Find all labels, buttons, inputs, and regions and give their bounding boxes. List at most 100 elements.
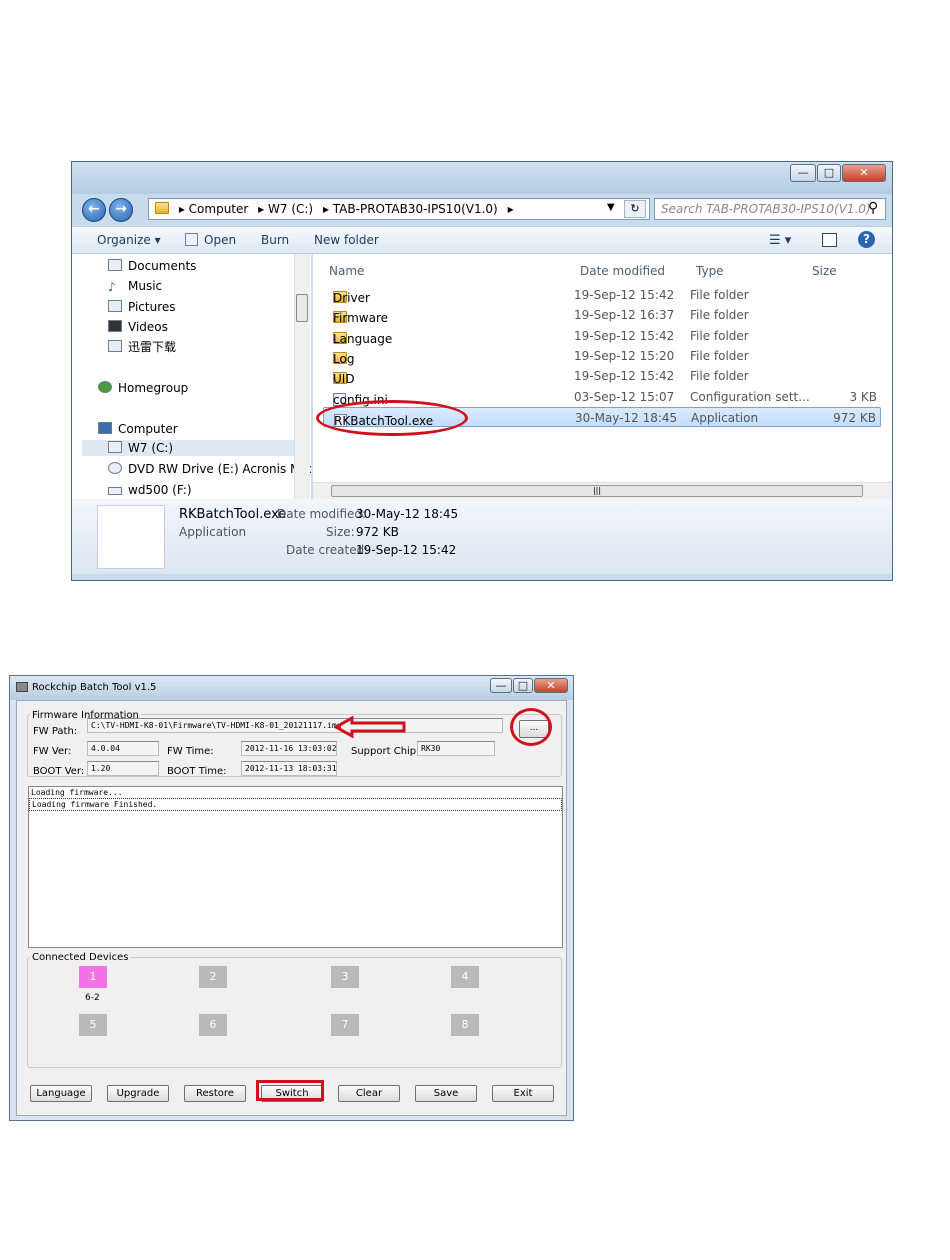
column-type[interactable]: Type (696, 264, 724, 278)
log-area[interactable]: Loading firmware... Loading firmware Fin… (28, 786, 563, 948)
open-icon (185, 233, 198, 246)
details-modified: 30-May-12 18:45 (356, 507, 459, 521)
fw-path-field[interactable]: C:\TV-HDMI-K8-01\Firmware\TV-HDMI-K8-01_… (87, 718, 503, 733)
view-options-icon[interactable]: ☰ ▾ (769, 233, 791, 248)
chevron-down-icon[interactable]: ▼ (607, 202, 615, 213)
column-name[interactable]: Name (329, 264, 364, 278)
back-icon[interactable]: ← (82, 198, 106, 222)
breadcrumb-computer[interactable]: Computer (189, 202, 249, 216)
forward-icon[interactable]: → (109, 198, 133, 222)
rk-title-bar: Rockchip Batch Tool v1.5 — □ ✕ (10, 676, 573, 700)
device-slot-5[interactable]: 5 (79, 1014, 107, 1036)
maximize-button[interactable]: □ (817, 164, 841, 182)
clear-button[interactable]: Clear (338, 1085, 400, 1102)
support-chip-field: RK30 (417, 741, 495, 756)
device-1-port: 6-2 (85, 993, 100, 1003)
boot-ver-label: BOOT Ver: (33, 766, 85, 777)
documents-icon (108, 259, 122, 271)
nav-scrollbar[interactable] (294, 254, 310, 499)
fw-ver-field: 4.0.04 (87, 741, 159, 756)
device-slot-3[interactable]: 3 (331, 966, 359, 988)
help-icon[interactable]: ? (858, 231, 875, 248)
fw-path-label: FW Path: (33, 726, 78, 737)
close-button[interactable]: ✕ (842, 164, 886, 182)
minimize-button[interactable]: — (790, 164, 816, 182)
organize-menu[interactable]: Organize ▾ (97, 233, 161, 247)
file-row[interactable]: Log 19-Sep-12 15:20 File folder (323, 346, 881, 366)
app-icon (16, 682, 28, 692)
red-arrow (334, 716, 406, 738)
new-folder-button[interactable]: New folder (314, 233, 379, 247)
restore-button[interactable]: Restore (184, 1085, 246, 1102)
burn-button[interactable]: Burn (261, 233, 289, 247)
nav-music[interactable]: ♪ Music (108, 278, 162, 294)
exit-button[interactable]: Exit (492, 1085, 554, 1102)
details-filename: RKBatchTool.exe (179, 507, 287, 522)
application-large-icon (97, 505, 165, 569)
close-button[interactable]: ✕ (534, 678, 568, 693)
file-row[interactable]: UID 19-Sep-12 15:42 File folder (323, 366, 881, 386)
red-highlight-ellipse (316, 400, 468, 436)
dvd-icon (108, 462, 122, 474)
address-bar[interactable]: ▸ Computer ▸ W7 (C:) ▸ TAB-PROTAB30-IPS1… (148, 198, 650, 220)
device-slot-2[interactable]: 2 (199, 966, 227, 988)
scroll-thumb[interactable]: ||| (331, 485, 863, 497)
device-slot-6[interactable]: 6 (199, 1014, 227, 1036)
column-size[interactable]: Size (812, 264, 837, 278)
file-row[interactable]: Language 19-Sep-12 15:42 File folder (323, 326, 881, 346)
breadcrumb-drive[interactable]: W7 (C:) (268, 202, 313, 216)
details-created: 19-Sep-12 15:42 (356, 543, 457, 557)
file-row[interactable]: Firmware 19-Sep-12 16:37 File folder (323, 305, 881, 325)
navigation-pane: Documents ♪ Music Pictures Videos 迅雷下载 Ho… (72, 254, 312, 499)
search-input[interactable]: Search TAB-PROTAB30-IPS10(V1.0) (654, 198, 886, 220)
connected-devices-group (27, 957, 562, 1068)
breadcrumb-folder[interactable]: TAB-PROTAB30-IPS10(V1.0) (333, 202, 498, 216)
details-size: 972 KB (356, 525, 399, 539)
scroll-thumb[interactable] (296, 294, 308, 322)
save-button[interactable]: Save (415, 1085, 477, 1102)
device-slot-8[interactable]: 8 (451, 1014, 479, 1036)
red-highlight-circle (510, 708, 552, 746)
boot-time-label: BOOT Time: (167, 766, 227, 777)
nav-c-drive[interactable]: W7 (C:) (82, 440, 296, 456)
nav-wd500[interactable]: wd500 (F:) (108, 482, 192, 498)
refresh-icon[interactable]: ↻ (624, 200, 646, 218)
nav-videos[interactable]: Videos (108, 319, 168, 335)
details-filetype: Application (179, 525, 247, 539)
nav-pictures[interactable]: Pictures (108, 299, 176, 315)
upgrade-button[interactable]: Upgrade (107, 1085, 169, 1102)
nav-dvd-drive[interactable]: DVD RW Drive (E:) Acronis Media (108, 461, 311, 477)
explorer-window: — □ ✕ ← → ▸ Computer ▸ W7 (C:) ▸ TAB-PRO… (71, 161, 893, 581)
homegroup-icon (98, 381, 112, 393)
horizontal-scrollbar[interactable]: ||| (313, 482, 892, 499)
rk-title: Rockchip Batch Tool v1.5 (32, 682, 157, 693)
device-slot-7[interactable]: 7 (331, 1014, 359, 1036)
fw-time-field: 2012-11-16 13:03:02 (241, 741, 337, 756)
file-row[interactable]: Driver 19-Sep-12 15:42 File folder (323, 285, 881, 305)
nav-computer[interactable]: Computer (98, 421, 178, 437)
details-modified-label: Date modified: (277, 507, 367, 521)
maximize-button[interactable]: □ (513, 678, 533, 693)
rk-body: Firmware Information FW Path: C:\TV-HDMI… (16, 700, 567, 1116)
nav-homegroup[interactable]: Homegroup (98, 380, 188, 396)
preview-pane-icon[interactable] (822, 233, 837, 247)
device-slot-1[interactable]: 1 (79, 966, 107, 988)
command-toolbar: Organize ▾ Open Burn New folder ☰ ▾ ? (72, 226, 892, 254)
red-highlight-rectangle (256, 1080, 324, 1101)
open-button[interactable]: Open (185, 233, 236, 247)
music-icon: ♪ (108, 280, 116, 294)
fw-ver-label: FW Ver: (33, 746, 72, 757)
nav-xunlei[interactable]: 迅雷下载 (108, 339, 176, 355)
search-icon[interactable]: ⚲ (868, 200, 878, 216)
drive-icon (108, 441, 122, 453)
nav-documents[interactable]: Documents (108, 258, 196, 274)
minimize-button[interactable]: — (490, 678, 512, 693)
column-date[interactable]: Date modified (580, 264, 665, 278)
device-slot-4[interactable]: 4 (451, 966, 479, 988)
language-button[interactable]: Language (30, 1085, 92, 1102)
log-line: Loading firmware... (31, 788, 123, 797)
log-line-selected: Loading firmware Finished. (29, 798, 562, 811)
boot-ver-field: 1.20 (87, 761, 159, 776)
boot-time-field: 2012-11-13 18:03:31 (241, 761, 337, 776)
videos-icon (108, 320, 122, 332)
